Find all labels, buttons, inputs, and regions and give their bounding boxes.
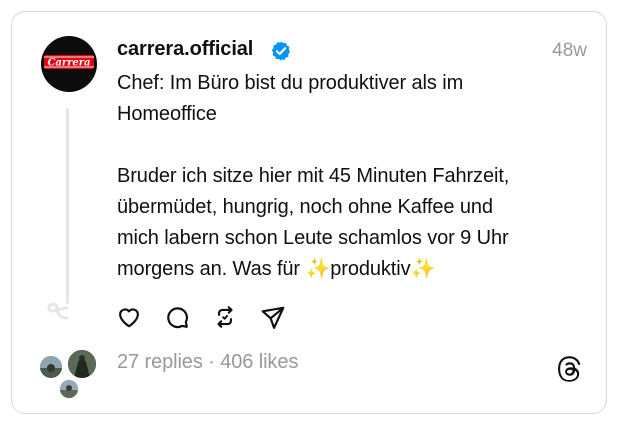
post-text-line: übermüdet, hungrig, noch ohne Kaffee und (117, 196, 493, 218)
replier-avatar (66, 348, 98, 380)
username[interactable]: carrera.official (117, 38, 253, 61)
comment-icon (167, 307, 188, 329)
post-text-line: Bruder ich sitze hier mit 45 Minuten Fah… (117, 165, 510, 187)
replier-avatar (58, 378, 80, 400)
like-button[interactable] (116, 304, 144, 332)
thread-line (66, 108, 69, 304)
avatar[interactable]: Carrera (41, 36, 97, 92)
likes-count[interactable]: 406 likes (220, 351, 298, 373)
post-text: Chef: Im Büro bist du produktiver als im… (117, 68, 577, 285)
repost-button[interactable] (212, 304, 240, 332)
post-text-line: Chef: Im Büro bist du produktiver als im (117, 72, 464, 94)
threads-logo-button[interactable] (555, 355, 583, 383)
post-text-line: Homeoffice (117, 103, 217, 125)
post-text-line: morgens an. Was für ✨produktiv✨ (117, 258, 436, 280)
thread-end-squiggle-icon (47, 302, 69, 320)
send-icon (261, 306, 285, 329)
verified-badge-icon (271, 41, 291, 61)
timestamp[interactable]: 48w (552, 40, 587, 62)
repost-icon (217, 306, 233, 328)
post-stats: 27 replies · 406 likes (117, 351, 298, 374)
threads-logo-icon (558, 356, 581, 382)
avatar-logo-text: Carrera (47, 58, 90, 69)
post-text-line: mich labern schon Leute schamlos vor 9 U… (117, 227, 509, 249)
carrera-logo-icon: Carrera (44, 55, 94, 69)
replies-count[interactable]: 27 replies (117, 351, 203, 373)
heart-icon (119, 308, 139, 328)
stats-separator: · (202, 351, 221, 373)
replier-facepile[interactable] (36, 348, 100, 400)
reply-button[interactable] (164, 304, 192, 332)
share-button[interactable] (260, 304, 288, 332)
replier-avatar (38, 354, 64, 380)
